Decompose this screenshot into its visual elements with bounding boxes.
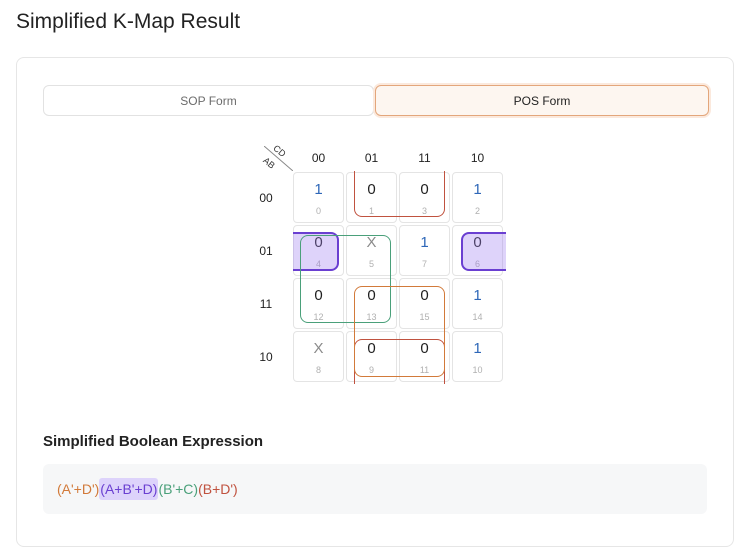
expression-title: Simplified Boolean Expression [43, 433, 264, 450]
expression-box: (A'+D') (A+B'+D) (B'+C) (B+D') [43, 464, 707, 514]
expression-term: (B'+C) [158, 481, 199, 497]
page-title: Simplified K-Map Result [16, 10, 241, 33]
form-tabs: SOP Form POS Form [43, 85, 711, 118]
tab-pos-form[interactable]: POS Form [375, 85, 709, 116]
expression-term: (A'+D') [57, 481, 100, 497]
expression-term: (B+D') [198, 481, 238, 497]
expression-term: (A+B'+D) [99, 478, 159, 500]
tab-sop-form[interactable]: SOP Form [43, 85, 374, 116]
